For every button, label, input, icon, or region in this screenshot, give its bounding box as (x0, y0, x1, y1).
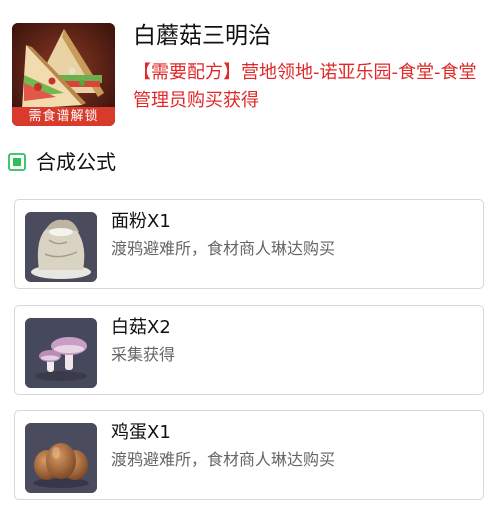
recipe-name: 白蘑菇三明治 (133, 23, 271, 49)
ingredient-name: 白菇X2 (111, 317, 171, 338)
unlock-required-banner: 需食谱解锁 (12, 107, 115, 126)
recipe-header: 需食谱解锁 白蘑菇三明治 【需要配方】营地领地-诺亚乐园-食堂-食堂管理员购买获… (12, 15, 492, 127)
ingredient-source: 渡鸦避难所，食材商人琳达购买 (111, 450, 336, 469)
ingredient-source: 渡鸦避难所，食材商人琳达购买 (111, 239, 336, 258)
flour-sack-icon (25, 212, 97, 282)
ingredient-name: 鸡蛋X1 (111, 422, 171, 443)
mushroom-icon (25, 318, 97, 388)
eggs-icon (25, 423, 97, 493)
formula-title: 合成公式 (36, 150, 116, 174)
ingredient-source: 采集获得 (111, 345, 176, 364)
ingredient-name: 面粉X1 (111, 211, 171, 232)
recipe-source: 【需要配方】营地领地-诺亚乐园-食堂-食堂管理员购买获得 (133, 62, 477, 111)
ingredient-card-eggs[interactable]: 鸡蛋X1 渡鸦避难所，食材商人琳达购买 (14, 410, 484, 500)
ingredient-card-mushroom[interactable]: 白菇X2 采集获得 (14, 305, 484, 395)
ingredient-card-flour[interactable]: 面粉X1 渡鸦避难所，食材商人琳达购买 (14, 199, 484, 289)
green-square-icon (8, 153, 26, 171)
sandwich-icon: 需食谱解锁 (12, 23, 115, 126)
